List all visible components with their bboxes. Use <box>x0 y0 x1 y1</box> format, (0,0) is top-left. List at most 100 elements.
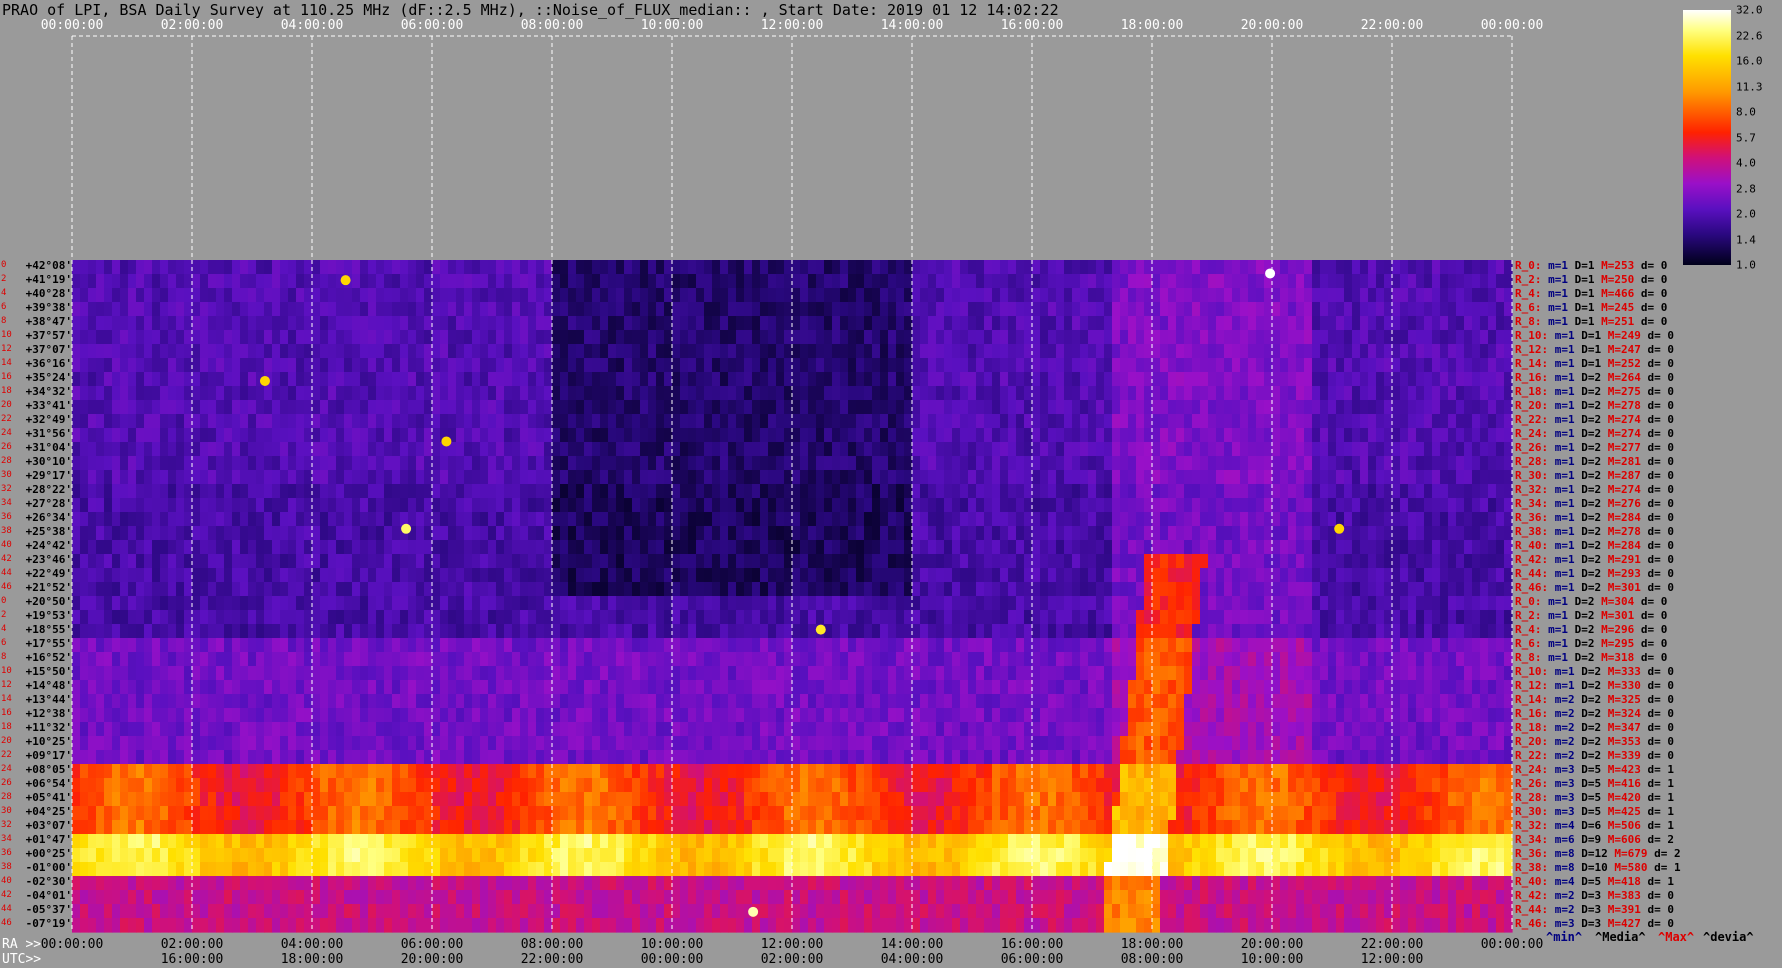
heatmap-cell <box>432 330 441 345</box>
heatmap-cell <box>672 834 681 849</box>
heatmap-cell <box>272 890 281 905</box>
heatmap-cell <box>392 260 401 275</box>
heatmap-cell <box>680 708 689 723</box>
heatmap-cell <box>224 540 233 555</box>
heatmap-cell <box>792 386 801 401</box>
heatmap-cell <box>328 736 337 751</box>
heatmap-cell <box>392 806 401 821</box>
heatmap-cell <box>552 834 561 849</box>
heatmap-cell <box>440 680 449 695</box>
heatmap-cell <box>360 428 369 443</box>
heatmap-cell <box>184 484 193 499</box>
heatmap-cell <box>112 876 121 891</box>
heatmap-cell <box>896 302 905 317</box>
heatmap-cell <box>264 344 273 359</box>
heatmap-cell <box>632 316 641 331</box>
heatmap-cell <box>744 484 753 499</box>
heatmap-cell <box>304 470 313 485</box>
heatmap-cell <box>592 358 601 373</box>
heatmap-cell <box>472 638 481 653</box>
heatmap-cell <box>312 666 321 681</box>
heatmap-cell <box>576 750 585 765</box>
heatmap-cell <box>272 358 281 373</box>
heatmap-cell <box>368 442 377 457</box>
heatmap-cell <box>656 316 665 331</box>
heatmap-cell <box>584 442 593 457</box>
heatmap-cell <box>128 274 137 289</box>
heatmap-cell <box>552 652 561 667</box>
heatmap-cell <box>112 274 121 289</box>
heatmap-cell <box>792 554 801 569</box>
heatmap-cell <box>184 806 193 821</box>
heatmap-cell <box>408 708 417 723</box>
heatmap-cell <box>696 694 705 709</box>
heatmap-cell <box>872 498 881 513</box>
heatmap-cell <box>744 470 753 485</box>
heatmap-cell <box>128 470 137 485</box>
heatmap-cell <box>720 456 729 471</box>
heatmap-cell <box>472 386 481 401</box>
heatmap-cell <box>480 876 489 891</box>
heatmap-cell <box>232 764 241 779</box>
heatmap-cell <box>216 848 225 863</box>
heatmap-cell <box>304 778 313 793</box>
heatmap-cell <box>120 624 129 639</box>
heatmap-cell <box>360 820 369 835</box>
heatmap-cell <box>872 302 881 317</box>
heatmap-cell <box>232 862 241 877</box>
heatmap-cell <box>872 596 881 611</box>
heatmap-cell <box>688 736 697 751</box>
heatmap-cell <box>512 274 521 289</box>
heatmap-cell <box>584 540 593 555</box>
heatmap-cell <box>296 806 305 821</box>
heatmap-cell <box>584 358 593 373</box>
heatmap-cell <box>88 624 97 639</box>
heatmap-cell <box>888 610 897 625</box>
heatmap-cell <box>128 554 137 569</box>
heatmap-cell <box>776 442 785 457</box>
heatmap-cell <box>536 288 545 303</box>
heatmap-cell <box>200 540 209 555</box>
heatmap-cell <box>560 904 569 919</box>
heatmap-cell <box>480 694 489 709</box>
heatmap-cell <box>840 400 849 415</box>
heatmap-cell <box>256 624 265 639</box>
heatmap-cell <box>440 722 449 737</box>
heatmap-cell <box>288 316 297 331</box>
heatmap-cell <box>304 302 313 317</box>
heatmap-cell <box>792 652 801 667</box>
heatmap-cell <box>696 274 705 289</box>
heatmap-cell <box>536 834 545 849</box>
heatmap-cell <box>176 526 185 541</box>
heatmap-cell <box>840 750 849 765</box>
heatmap-cell <box>384 834 393 849</box>
heatmap-cell <box>376 302 385 317</box>
heatmap-cell <box>728 260 737 275</box>
heatmap-cell <box>496 400 505 415</box>
heatmap-cell <box>736 414 745 429</box>
heatmap-cell <box>768 638 777 653</box>
heatmap-cell <box>560 442 569 457</box>
heatmap-cell <box>272 512 281 527</box>
heatmap-cell <box>432 596 441 611</box>
heatmap-cell <box>312 610 321 625</box>
heatmap-cell <box>560 330 569 345</box>
heatmap-cell <box>224 918 233 933</box>
heatmap-cell <box>840 652 849 667</box>
heatmap-cell <box>376 568 385 583</box>
heatmap-cell <box>72 302 81 317</box>
heatmap-cell <box>872 456 881 471</box>
heatmap-cell <box>128 680 137 695</box>
heatmap-cell <box>648 456 657 471</box>
heatmap-cell <box>112 778 121 793</box>
heatmap-cell <box>624 652 633 667</box>
heatmap-cell <box>160 596 169 611</box>
heatmap-cell <box>664 372 673 387</box>
heatmap-cell <box>288 820 297 835</box>
heatmap-cell <box>616 652 625 667</box>
heatmap-cell <box>880 456 889 471</box>
heatmap-cell <box>376 596 385 611</box>
heatmap-cell <box>744 260 753 275</box>
heatmap-cell <box>648 372 657 387</box>
heatmap-cell <box>776 848 785 863</box>
